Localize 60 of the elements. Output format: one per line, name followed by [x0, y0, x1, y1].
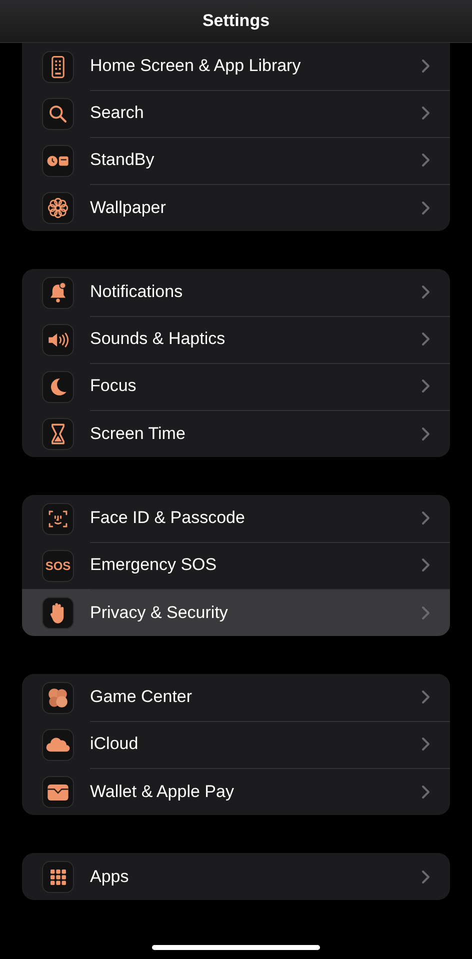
chevron-icon [421, 285, 430, 299]
row-label: Privacy & Security [90, 602, 229, 622]
row-label: Screen Time [90, 424, 186, 444]
settings-row[interactable]: Focus [22, 363, 450, 410]
settings-row[interactable]: Apps [22, 853, 450, 900]
chevron-icon [421, 870, 430, 884]
chevron-icon [421, 200, 430, 214]
flower-icon [42, 192, 74, 224]
settings-row[interactable]: Notifications [22, 269, 450, 316]
settings-row[interactable]: Home Screen & App Library [22, 43, 450, 90]
chevron-icon [421, 153, 430, 167]
moon-icon [42, 370, 74, 402]
settings-row[interactable]: Search [22, 90, 450, 137]
row-label: Wallpaper [90, 198, 167, 218]
hand-icon [42, 596, 74, 628]
grid-icon [42, 860, 74, 892]
row-label: Sounds & Haptics [90, 329, 226, 349]
row-label: Home Screen & App Library [90, 56, 302, 76]
search-icon [42, 98, 74, 130]
chevron-icon [421, 332, 430, 346]
chevron-icon [421, 426, 430, 440]
settings-row[interactable]: Wallpaper [22, 184, 450, 231]
settings-row[interactable]: iCloud [22, 721, 450, 768]
row-label: Notifications [90, 282, 184, 302]
chevron-icon [421, 379, 430, 393]
row-label: iCloud [90, 734, 140, 754]
wallet-icon [42, 776, 74, 808]
settings-row[interactable]: Screen Time [22, 410, 450, 457]
row-label: Search [90, 103, 145, 123]
settings-row[interactable]: Wallet & Apple Pay [22, 768, 450, 815]
screen-title: Settings [202, 11, 270, 31]
chevron-icon [421, 737, 430, 751]
settings-row[interactable]: Privacy & Security [22, 589, 450, 636]
row-label: Face ID & Passcode [90, 508, 246, 528]
cloud-icon [42, 728, 74, 760]
chevron-icon [421, 511, 430, 525]
speaker-icon [42, 324, 74, 356]
chevron-icon [421, 690, 430, 704]
face-frame-icon [42, 502, 74, 534]
settings-row[interactable]: Face ID & Passcode [22, 495, 450, 542]
settings-row[interactable]: StandBy [22, 137, 450, 184]
row-label: Game Center [90, 687, 194, 707]
chevron-icon [421, 558, 430, 572]
chevron-icon [421, 59, 430, 73]
clock-card-icon [42, 144, 74, 176]
row-label: Wallet & Apple Pay [90, 782, 235, 802]
row-label: StandBy [90, 150, 156, 170]
row-label: Focus [90, 376, 138, 396]
bubbles-icon [42, 682, 74, 714]
hourglass-icon [42, 418, 74, 450]
settings-row[interactable]: Sounds & Haptics [22, 316, 450, 363]
bell-icon [42, 276, 74, 308]
chevron-icon [421, 784, 430, 798]
chevron-icon [421, 106, 430, 120]
sos-icon: SOS [42, 550, 74, 582]
settings-row[interactable]: Game Center [22, 674, 450, 721]
row-label: Apps [90, 866, 130, 886]
chevron-icon [421, 606, 430, 620]
row-label: Emergency SOS [90, 555, 218, 575]
phone-icon [42, 50, 74, 82]
